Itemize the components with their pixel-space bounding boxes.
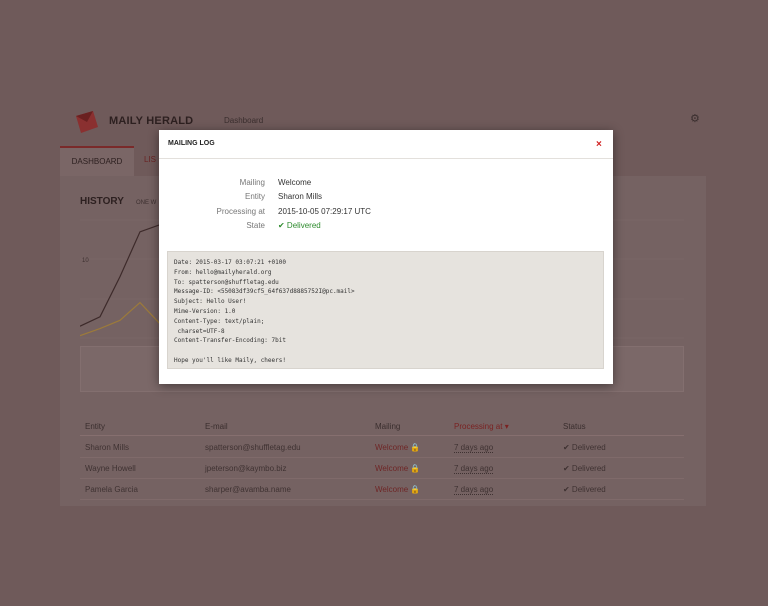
field-label-state: State	[246, 221, 265, 230]
modal-title: MAILING LOG	[168, 140, 215, 147]
field-label-entity: Entity	[244, 192, 265, 201]
processing-cell[interactable]: 7 days ago	[454, 485, 494, 495]
y-tick-label: 10	[82, 258, 89, 264]
entity-cell: Sharon Mills	[85, 443, 130, 452]
field-value-processing-at: 2015-10-05 07:29:17 UTC	[278, 207, 371, 216]
processing-cell[interactable]: 7 days ago	[454, 464, 494, 474]
email-cell: jpeterson@kaymbo.biz	[205, 464, 287, 473]
mailing-link[interactable]: Welcome 🔒	[375, 485, 420, 494]
mailing-link[interactable]: Welcome 🔒	[375, 464, 420, 473]
gear-icon[interactable]: ⚙	[690, 112, 700, 125]
logo-icon	[76, 111, 98, 133]
table-row: Pamela Garcia sharper@avamba.name Welcom…	[80, 479, 684, 500]
column-header-entity[interactable]: Entity	[85, 422, 105, 431]
status-cell[interactable]: ✔ Delivered	[563, 464, 606, 473]
table-header-row: Entity E-mail Mailing Processing at ▾ St…	[80, 416, 684, 436]
history-title: HISTORY	[80, 196, 124, 207]
table-row: Sharon Mills spatterson@shuffletag.edu W…	[80, 437, 684, 458]
email-cell: spatterson@shuffletag.edu	[205, 443, 301, 452]
field-label-mailing: Mailing	[239, 178, 265, 187]
column-header-mailing[interactable]: Mailing	[375, 422, 400, 431]
status-cell[interactable]: ✔ Delivered	[563, 443, 606, 452]
processing-cell[interactable]: 7 days ago	[454, 443, 494, 453]
entity-cell: Wayne Howell	[85, 464, 136, 473]
mailing-link[interactable]: Welcome 🔒	[375, 443, 420, 452]
tab-dashboard[interactable]: DASHBOARD	[60, 146, 134, 176]
raw-message-source: Date: 2015-03-17 03:07:21 +0100 From: he…	[167, 251, 604, 369]
field-value-state: ✔ Delivered	[278, 221, 321, 230]
history-range-label[interactable]: ONE W	[136, 200, 156, 206]
field-value-mailing: Welcome	[278, 178, 312, 187]
table-row: Wayne Howell jpeterson@kaymbo.biz Welcom…	[80, 458, 684, 479]
close-icon[interactable]: ×	[596, 139, 602, 150]
brand-name: MAILY HERALD	[109, 115, 194, 127]
column-header-processing-at[interactable]: Processing at ▾	[454, 422, 509, 431]
modal-header: MAILING LOG ×	[159, 130, 613, 159]
column-header-status[interactable]: Status	[563, 422, 586, 431]
column-header-email[interactable]: E-mail	[205, 422, 228, 431]
mailing-log-modal: MAILING LOG × Mailing Welcome Entity Sha…	[159, 130, 613, 384]
entity-cell: Pamela Garcia	[85, 485, 138, 494]
field-value-entity: Sharon Mills	[278, 192, 323, 201]
field-label-processing-at: Processing at	[216, 207, 265, 216]
nav-dashboard-link[interactable]: Dashboard	[224, 116, 263, 125]
status-cell[interactable]: ✔ Delivered	[563, 485, 606, 494]
email-cell: sharper@avamba.name	[205, 485, 291, 494]
